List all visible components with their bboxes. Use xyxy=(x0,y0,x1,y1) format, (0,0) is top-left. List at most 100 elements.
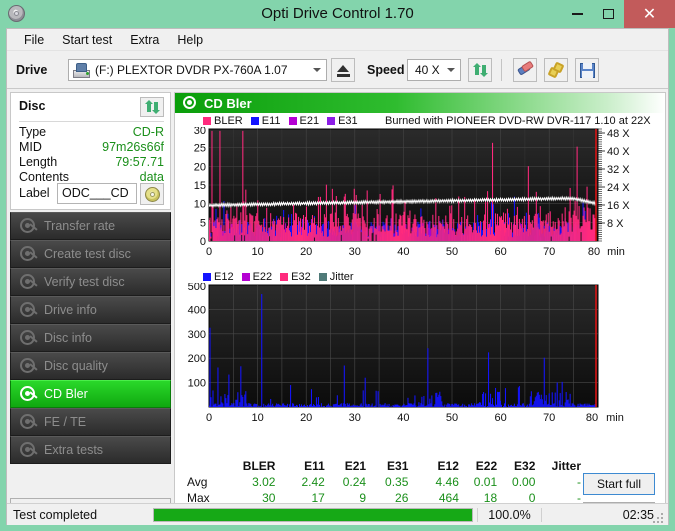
e12-chart-legend: E12 E22 E32 Jitter xyxy=(203,271,359,283)
cell: 0.01 xyxy=(473,475,498,489)
save-button[interactable] xyxy=(575,57,599,82)
legend-label-jitter: Jitter xyxy=(329,271,354,283)
resize-grip[interactable] xyxy=(653,511,665,523)
sidebar-item-label: CD Bler xyxy=(44,387,88,401)
col-e32: E32 xyxy=(514,459,536,473)
close-button[interactable]: ✕ xyxy=(624,0,675,28)
svg-text:80: 80 xyxy=(586,412,598,424)
speed-tick-8x: 8 X xyxy=(607,218,624,230)
disc-label-key: Label xyxy=(19,186,50,200)
refresh-arrows-icon xyxy=(144,100,160,114)
disc-row-key: Type xyxy=(19,125,47,139)
toolbar-separator xyxy=(501,58,502,81)
cell: 0.35 xyxy=(385,475,409,489)
drive-toolbar: Drive (F:) PLEXTOR DVDR PX-760A 1.07 Spe… xyxy=(7,51,668,89)
table-row: Avg 3.02 2.42 0.24 0.35 4.46 0.01 0.00 - xyxy=(185,474,585,490)
legend-label-e11: E11 xyxy=(261,115,281,127)
menu-file[interactable]: File xyxy=(15,31,53,49)
menu-bar: File Start test Extra Help xyxy=(7,29,668,51)
speed-select[interactable]: 40 X xyxy=(407,58,461,81)
svg-text:5: 5 xyxy=(200,217,206,229)
menu-help[interactable]: Help xyxy=(168,31,212,49)
svg-text:40: 40 xyxy=(397,246,409,258)
start-full-button[interactable]: Start full xyxy=(583,473,655,495)
sidebar-item-extra-tests[interactable]: Extra tests xyxy=(10,436,171,464)
sidebar-item-disc-quality[interactable]: Disc quality xyxy=(10,352,171,380)
disc-row-value: CD-R xyxy=(132,125,164,139)
disc-fete-icon xyxy=(20,414,38,430)
divider xyxy=(19,121,164,122)
disc-check-icon xyxy=(20,274,38,290)
disc-row-value: 79:57.71 xyxy=(115,155,164,169)
disc-row-value: 97m26s66f xyxy=(102,140,164,154)
disc-refresh-button[interactable] xyxy=(140,97,164,117)
disc-quality-icon xyxy=(20,358,38,374)
speed-tick-24x: 24 X xyxy=(607,182,630,194)
refresh-button[interactable] xyxy=(468,57,492,82)
legend-label-bler: BLER xyxy=(214,115,243,127)
legend-label-e12: E12 xyxy=(214,271,234,283)
disc-info-card: Disc Type CD-R MID 97m26s66f Length 79:5… xyxy=(10,92,171,210)
svg-text:min: min xyxy=(606,412,624,424)
disc-label-button[interactable] xyxy=(140,183,164,205)
sidebar-item-verify-test-disc[interactable]: Verify test disc xyxy=(10,268,171,296)
disc-row-length: Length 79:57.71 xyxy=(19,155,164,171)
window-title-bar: Opti Drive Control 1.70 ✕ xyxy=(0,0,675,28)
eject-button[interactable] xyxy=(331,57,355,82)
svg-text:200: 200 xyxy=(188,353,206,365)
svg-text:15: 15 xyxy=(194,180,206,192)
sidebar-item-disc-info[interactable]: Disc info xyxy=(10,324,171,352)
legend-label-e31: E31 xyxy=(338,115,358,127)
sidebar-item-cd-bler[interactable]: CD Bler xyxy=(10,380,171,408)
close-icon: ✕ xyxy=(642,6,657,23)
chart-panel-header: CD Bler xyxy=(175,93,665,113)
drive-select-value: (F:) PLEXTOR DVDR PX-760A 1.07 xyxy=(95,62,288,77)
chart-panel: CD Bler BLER E11 E21 E31 Burned with PIO… xyxy=(174,92,666,524)
sidebar-item-create-test-disc[interactable]: Create test disc xyxy=(10,240,171,268)
tools-button[interactable] xyxy=(544,57,568,82)
status-bar: Test completed 100.0% 02:35 xyxy=(7,503,668,525)
col-e21: E21 xyxy=(344,459,367,473)
sidebar-item-label: Verify test disc xyxy=(44,275,125,289)
menu-start-test[interactable]: Start test xyxy=(53,31,121,49)
progress-bar-fill xyxy=(154,508,472,521)
nav-list: Transfer rate Create test disc Verify te… xyxy=(10,212,171,464)
svg-text:min: min xyxy=(607,246,625,258)
minimize-button[interactable] xyxy=(562,0,593,28)
col-jitter: Jitter xyxy=(551,459,581,473)
disc-extra-icon xyxy=(20,442,38,458)
chevron-down-icon xyxy=(313,67,321,72)
svg-text:400: 400 xyxy=(188,304,206,316)
speed-tick-16x: 16 X xyxy=(607,200,630,212)
eject-icon xyxy=(337,65,349,72)
disc-row-mid: MID 97m26s66f xyxy=(19,140,164,156)
sidebar-item-drive-info[interactable]: Drive info xyxy=(10,296,171,324)
progress-bar xyxy=(153,507,473,522)
sidebar-item-label: Create test disc xyxy=(44,247,131,261)
svg-text:10: 10 xyxy=(251,412,263,424)
svg-text:20: 20 xyxy=(194,161,206,173)
svg-text:25: 25 xyxy=(194,143,206,155)
e12-chart: 100 200 300 400 500 0 10 20 30 40 50 60 70 80 min xyxy=(188,283,624,424)
speed-tick-48x: 48 X xyxy=(607,128,630,140)
sidebar-item-fe-te[interactable]: FE / TE xyxy=(10,408,171,436)
speed-label: Speed xyxy=(367,62,405,77)
burn-info-annotation: Burned with PIONEER DVD-RW DVR-117 1.10 … xyxy=(385,115,651,127)
menu-extra[interactable]: Extra xyxy=(121,31,168,49)
legend-label-e21: E21 xyxy=(299,115,320,127)
erase-disc-button[interactable] xyxy=(513,57,537,82)
disc-row-value: data xyxy=(139,170,164,184)
maximize-button[interactable] xyxy=(593,0,624,28)
disc-bler-icon xyxy=(183,96,197,110)
refresh-arrows-icon xyxy=(472,62,488,77)
drive-select[interactable]: (F:) PLEXTOR DVDR PX-760A 1.07 xyxy=(68,58,327,81)
disc-label-input[interactable]: ODC___CD xyxy=(57,183,137,204)
stats-corner xyxy=(185,458,229,474)
sidebar-item-label: FE / TE xyxy=(44,415,87,429)
svg-text:50: 50 xyxy=(446,246,458,258)
left-panel: Disc Type CD-R MID 97m26s66f Length 79:5… xyxy=(10,92,171,521)
svg-text:0: 0 xyxy=(206,246,212,258)
table-header-row: BLER E11 E21 E31 E12 E22 E32 Jitter xyxy=(185,458,585,474)
speed-select-value: 40 X xyxy=(415,62,440,77)
sidebar-item-transfer-rate[interactable]: Transfer rate xyxy=(10,212,171,240)
